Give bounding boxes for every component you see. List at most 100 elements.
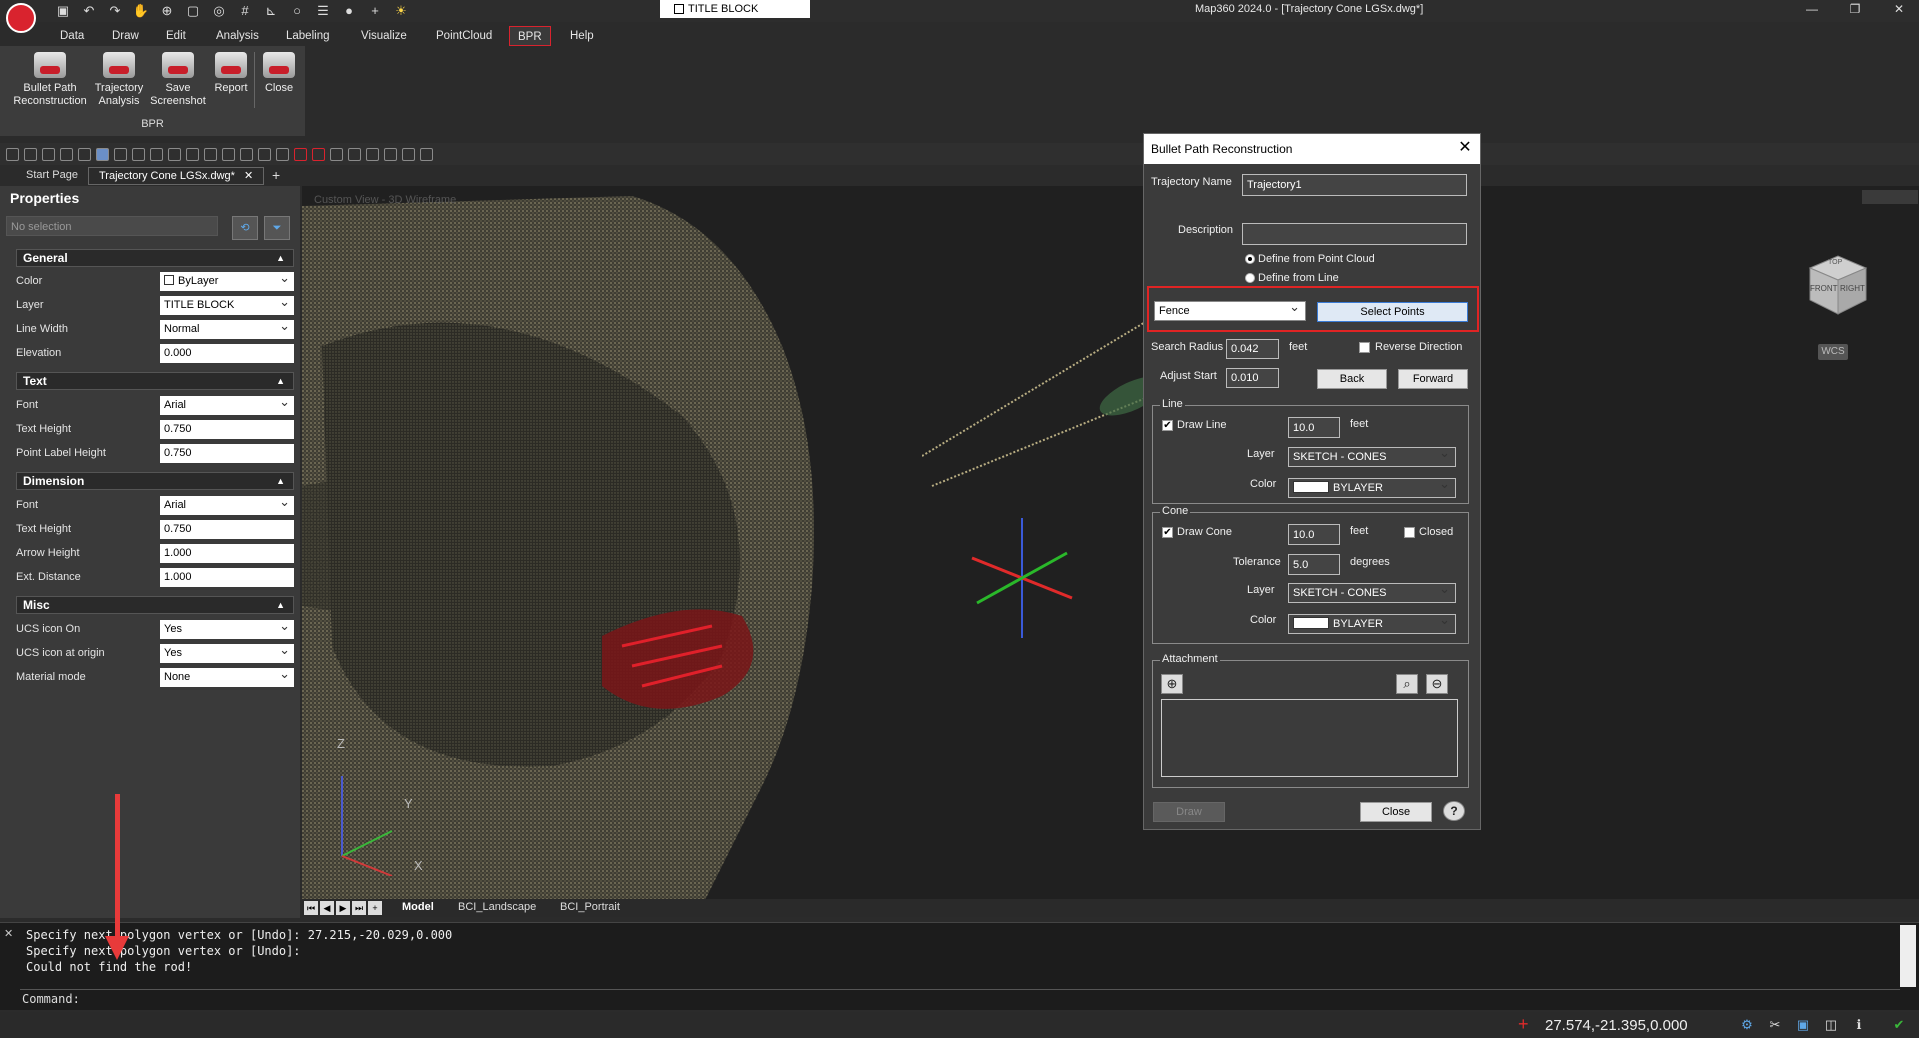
prop-elevation-input[interactable]: 0.000 [160,344,294,363]
dialog-close-icon[interactable]: ✕ [1455,138,1475,158]
draw-tool-icon[interactable] [276,148,289,161]
draw-tool-icon[interactable] [420,148,433,161]
cube-icon[interactable]: ▢ [182,2,204,20]
prop-layer-combo[interactable]: TITLE BLOCK [160,292,294,315]
undo-icon[interactable]: ↶ [78,2,100,20]
prop-font-combo[interactable]: Arial [160,392,294,415]
grid-icon[interactable]: # [234,2,256,20]
menu-data[interactable]: Data [60,26,84,46]
menu-analysis[interactable]: Analysis [216,26,259,46]
trajectory-analysis-button[interactable]: Trajectory Analysis [90,52,148,108]
prop-point-label-height-input[interactable]: 0.750 [160,444,294,463]
attachment-list[interactable] [1161,699,1458,777]
section-general[interactable]: General ▲ [16,249,294,267]
draw-tool-icon[interactable] [24,148,37,161]
command-input[interactable]: Command: [20,989,1900,1009]
pan-icon[interactable]: ✋ [130,2,152,20]
plus-icon[interactable]: + [364,2,386,20]
description-input[interactable] [1242,223,1467,245]
display-icon[interactable]: ▣ [1794,1017,1812,1033]
prop-arrow-height-input[interactable]: 1.000 [160,544,294,563]
command-scrollbar[interactable] [1900,925,1916,987]
draw-tool-icon[interactable] [204,148,217,161]
draw-tool-icon[interactable] [312,148,325,161]
menu-help[interactable]: Help [570,26,594,46]
draw-tool-icon[interactable] [186,148,199,161]
menu-labeling[interactable]: Labeling [286,26,329,46]
draw-tool-icon[interactable] [132,148,145,161]
back-button[interactable]: Back [1317,369,1387,389]
select-points-button[interactable]: Select Points [1317,302,1468,322]
search-radius-input[interactable]: 0.042 [1226,339,1279,359]
annotation-icon[interactable]: ✂ [1766,1017,1784,1033]
tab-model[interactable]: Model [402,901,434,913]
menu-pointcloud[interactable]: PointCloud [436,26,492,46]
section-text[interactable]: Text ▲ [16,372,294,390]
redo-icon[interactable]: ↷ [104,2,126,20]
prop-ucs-icon-combo[interactable]: Yes [160,616,294,639]
help-icon[interactable]: ? [1443,801,1465,821]
save-icon[interactable]: ▣ [52,2,74,20]
draw-tool-icon[interactable] [348,148,361,161]
save-screenshot-button[interactable]: Save Screenshot [148,52,208,108]
sphere-icon[interactable]: ● [338,2,360,20]
first-tab-icon[interactable]: ⏮ [304,901,318,915]
line-layer-combo[interactable]: SKETCH - CONES [1288,444,1456,467]
menu-draw[interactable]: Draw [112,26,139,46]
prop-ext-distance-input[interactable]: 1.000 [160,568,294,587]
draw-tool-icon[interactable] [96,148,109,161]
draw-tool-icon[interactable] [60,148,73,161]
remove-attachment-icon[interactable]: ⊖ [1426,674,1448,694]
command-close-icon[interactable]: ✕ [4,927,16,940]
quick-select-icon[interactable]: ⟲ [232,216,258,240]
bullet-path-reconstruction-button[interactable]: Bullet Path Reconstruction [8,52,92,108]
window-icon[interactable]: ◫ [1822,1017,1840,1033]
prop-text-height-input[interactable]: 0.750 [160,420,294,439]
layer-combo[interactable]: TITLE BLOCK [660,0,810,18]
add-attachment-icon[interactable]: ⊕ [1161,674,1183,694]
line-color-combo[interactable]: BYLAYER [1288,475,1456,498]
draw-tool-icon[interactable] [168,148,181,161]
wcs-menu[interactable]: WCS [1818,344,1848,360]
draw-tool-icon[interactable] [258,148,271,161]
prop-dim-font-combo[interactable]: Arial [160,492,294,515]
search-attachment-icon[interactable]: ⌕ [1396,674,1418,694]
draw-cone-checkbox[interactable]: ✔ [1162,527,1173,538]
add-tab-icon[interactable]: + [262,167,290,185]
forward-button[interactable]: Forward [1398,369,1468,389]
tab-active-drawing[interactable]: Trajectory Cone LGSx.dwg* ✕ [88,167,265,185]
menu-bpr[interactable]: BPR [509,26,551,46]
window-close-button[interactable]: ✕ [1884,0,1914,20]
report-button[interactable]: Report [208,52,254,95]
tab-start-page[interactable]: Start Page [16,167,88,185]
draw-tool-icon[interactable] [384,148,397,161]
draw-line-checkbox[interactable]: ✔ [1162,420,1173,431]
close-tab-icon[interactable]: ✕ [244,170,253,182]
prev-tab-icon[interactable]: ◀ [320,901,334,915]
minimize-button[interactable]: — [1797,0,1827,20]
check-icon[interactable]: ✔ [1890,1017,1908,1033]
dialog-close-button[interactable]: Close [1360,802,1432,822]
trajectory-name-input[interactable]: Trajectory1 [1242,174,1467,196]
draw-tool-icon[interactable] [114,148,127,161]
prop-material-mode-combo[interactable]: None [160,664,294,687]
draw-tool-icon[interactable] [150,148,163,161]
tolerance-input[interactable]: 5.0 [1288,554,1340,575]
gear-icon[interactable]: ⚙ [1738,1017,1756,1033]
draw-tool-icon[interactable] [402,148,415,161]
radio-point-cloud[interactable] [1245,254,1255,264]
circle-icon[interactable]: ○ [286,2,308,20]
viewport-label[interactable]: Custom View - 3D Wireframe [314,194,456,206]
reverse-direction-checkbox[interactable] [1359,342,1370,353]
draw-tool-icon[interactable] [78,148,91,161]
menu-edit[interactable]: Edit [166,26,186,46]
menu-visualize[interactable]: Visualize [361,26,407,46]
restore-button[interactable]: ❐ [1840,0,1870,20]
radio-line[interactable] [1245,273,1255,283]
line-length-input[interactable]: 10.0 [1288,417,1340,438]
close-bpr-button[interactable]: Close [258,52,300,95]
filter-icon[interactable]: ⏷ [264,216,290,240]
cone-layer-combo[interactable]: SKETCH - CONES [1288,580,1456,603]
draw-tool-icon[interactable] [330,148,343,161]
draw-tool-icon[interactable] [222,148,235,161]
